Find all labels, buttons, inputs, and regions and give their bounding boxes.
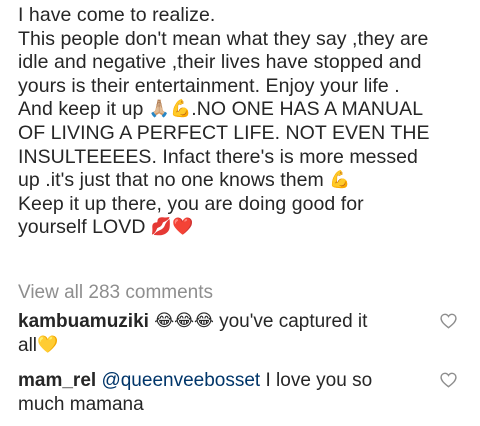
caption-line: INSULTEEEES. Infact there's is more mess…: [18, 146, 473, 170]
caption-text: I have come to realize.: [18, 4, 216, 26]
laughing-emoji-icon: 😂😂😂: [154, 311, 214, 331]
caption-text: OF LIVING A PERFECT LIFE. NOT EVEN THE: [18, 121, 430, 144]
comment-username[interactable]: kambuamuziki: [18, 311, 149, 332]
comment-text: you've captured it: [213, 311, 368, 332]
caption-text: yours is their entertainment. Enjoy your…: [18, 74, 400, 97]
caption-line: OF LIVING A PERFECT LIFE. NOT EVEN THE: [18, 122, 473, 146]
view-all-comments-link[interactable]: View all 283 comments: [18, 282, 213, 304]
yellow-heart-emoji-icon: 💛: [37, 335, 59, 355]
flexed-biceps-emoji-icon: 💪: [329, 170, 351, 191]
caption-line: idle and negative ,their lives have stop…: [18, 51, 473, 75]
pray-flexed-biceps-emoji-icon: 🙏🏼💪: [148, 99, 192, 120]
caption-line: Keep it up there, you are doing good for: [18, 193, 473, 217]
caption-text: .NO ONE HAS A MANUAL: [191, 98, 424, 121]
post-caption: I have come to realize. This people don'…: [18, 4, 473, 240]
comment-mention-link[interactable]: @queenveebosset: [101, 370, 260, 391]
caption-line: yourself LOVD 💋❤️: [18, 216, 473, 240]
caption-text: And keep it up: [18, 98, 149, 121]
caption-line: yours is their entertainment. Enjoy your…: [18, 75, 473, 99]
caption-text: idle and negative ,their lives have stop…: [18, 51, 422, 74]
comment-item: kambuamuziki 😂😂😂 you've captured it all💛: [18, 310, 433, 358]
caption-line: up .it's just that no one knows them 💪: [18, 169, 473, 193]
comment-username[interactable]: mam_rel: [18, 370, 96, 391]
heart-outline-icon[interactable]: [440, 372, 457, 388]
heart-outline-icon[interactable]: [440, 313, 457, 329]
comment-text: I love you so: [260, 370, 373, 391]
caption-text: Keep it up there, you are doing good for: [18, 192, 364, 215]
caption-line: This people don't mean what they say ,th…: [18, 28, 473, 52]
caption-text: yourself LOVD: [18, 216, 151, 239]
caption-line: And keep it up 🙏🏼💪.NO ONE HAS A MANUAL: [18, 98, 473, 122]
caption-text: INSULTEEEES. Infact there's is more mess…: [18, 145, 418, 168]
kiss-heart-emoji-icon: 💋❤️: [150, 217, 194, 238]
caption-text: This people don't mean what they say ,th…: [18, 27, 429, 50]
comment-text: all: [18, 335, 38, 356]
comment-text: much mamana: [18, 394, 144, 415]
caption-text: up .it's just that no one knows them: [18, 169, 330, 192]
comment-item: mam_rel @queenveebosset I love you so mu…: [18, 369, 433, 417]
caption-line: I have come to realize.: [18, 4, 473, 28]
